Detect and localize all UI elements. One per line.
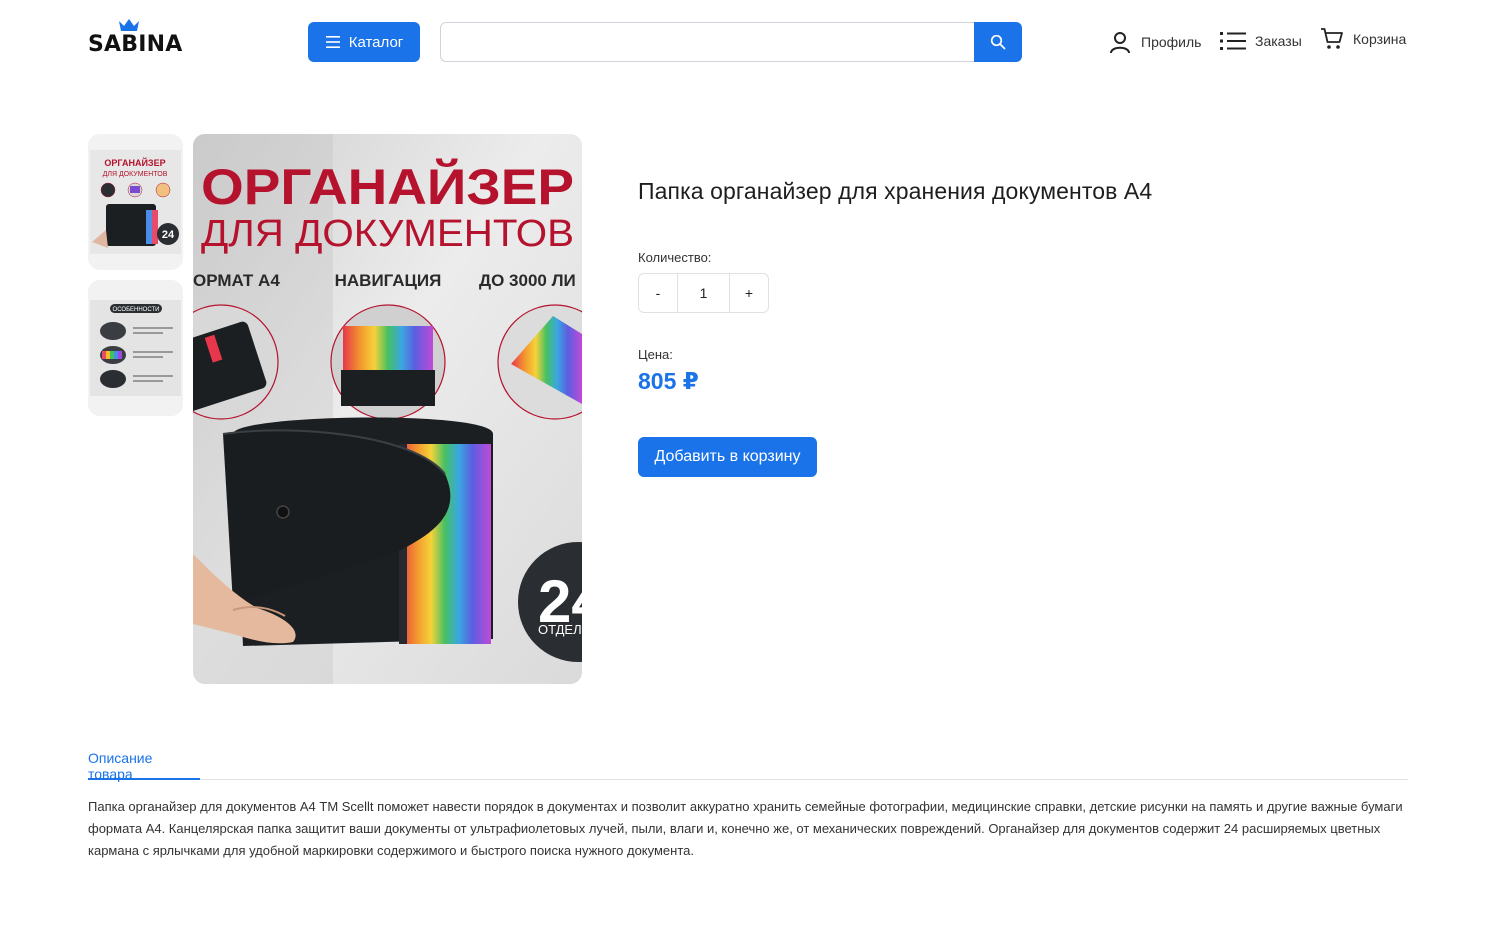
- price-label: Цена:: [638, 347, 673, 362]
- product-title: Папка органайзер для хранения документов…: [638, 178, 1153, 204]
- quantity-input[interactable]: [677, 274, 730, 312]
- image-feature-1: ОРМАТ А4: [193, 271, 280, 290]
- image-badge-text: ОТДЕЛ: [538, 622, 582, 637]
- thumbnail-title-2: ДЛЯ ДОКУМЕНТОВ: [103, 171, 168, 178]
- product-description: Папка органайзер для документов А4 ТМ Sc…: [88, 799, 1403, 858]
- site-header: SABINA Каталог Профиль Заказы Корзина: [0, 0, 1490, 84]
- quantity-minus-button[interactable]: -: [639, 274, 677, 312]
- list-icon: [1220, 32, 1246, 50]
- catalog-label: Каталог: [348, 33, 404, 51]
- nav-cart[interactable]: Корзина: [1320, 27, 1406, 51]
- cart-icon: [1321, 28, 1343, 49]
- product-image: ОРГАНАЙЗЕР ДЛЯ ДОКУМЕНТОВ ОРМАТ А4 НАВИГ…: [193, 134, 582, 684]
- search-icon: [990, 34, 1006, 50]
- nav-profile[interactable]: Профиль: [1108, 30, 1201, 54]
- product-tabs: Описание товара: [88, 740, 1408, 782]
- product-main-image[interactable]: ОРГАНАЙЗЕР ДЛЯ ДОКУМЕНТОВ ОРМАТ А4 НАВИГ…: [193, 134, 582, 684]
- add-to-cart-button[interactable]: Добавить в корзину: [638, 437, 817, 477]
- crown-icon: [119, 19, 139, 31]
- nav-orders[interactable]: Заказы: [1220, 30, 1302, 52]
- user-icon: [1110, 32, 1130, 54]
- catalog-button[interactable]: Каталог: [308, 22, 420, 62]
- image-feature-2: НАВИГАЦИЯ: [335, 271, 442, 290]
- quantity-stepper: - +: [638, 273, 769, 313]
- search-input[interactable]: [440, 22, 976, 62]
- thumbnail-title: ОСОБЕННОСТИ: [113, 307, 160, 313]
- image-headline-2: ДЛЯ ДОКУМЕНТОВ: [201, 213, 574, 255]
- logo-text: SABINA: [88, 32, 183, 57]
- thumbnail-image: ОРГАНАЙЗЕР ДЛЯ ДОКУМЕНТОВ 24: [88, 134, 183, 270]
- menu-icon: [325, 36, 340, 48]
- thumbnail-title-1: ОРГАНАЙЗЕР: [104, 157, 165, 168]
- image-feature-3: ДО 3000 ЛИ: [479, 271, 576, 290]
- search-bar: [440, 22, 1022, 62]
- logo[interactable]: SABINA: [88, 18, 183, 58]
- nav-profile-label: Профиль: [1141, 34, 1202, 50]
- nav-cart-label: Корзина: [1353, 31, 1407, 47]
- image-headline-1: ОРГАНАЙЗЕР: [201, 158, 574, 215]
- quantity-label: Количество:: [638, 250, 712, 265]
- thumbnail-1[interactable]: ОРГАНАЙЗЕР ДЛЯ ДОКУМЕНТОВ 24: [88, 134, 183, 270]
- search-button[interactable]: [974, 22, 1022, 62]
- price-value: 805 ₽: [638, 368, 699, 394]
- tab-description[interactable]: Описание товара: [88, 740, 200, 782]
- nav-orders-label: Заказы: [1255, 33, 1302, 49]
- thumbnail-image: ОСОБЕННОСТИ: [88, 280, 183, 416]
- quantity-plus-button[interactable]: +: [730, 274, 768, 312]
- thumbnail-badge: 24: [162, 229, 175, 241]
- thumbnail-2[interactable]: ОСОБЕННОСТИ: [88, 280, 183, 416]
